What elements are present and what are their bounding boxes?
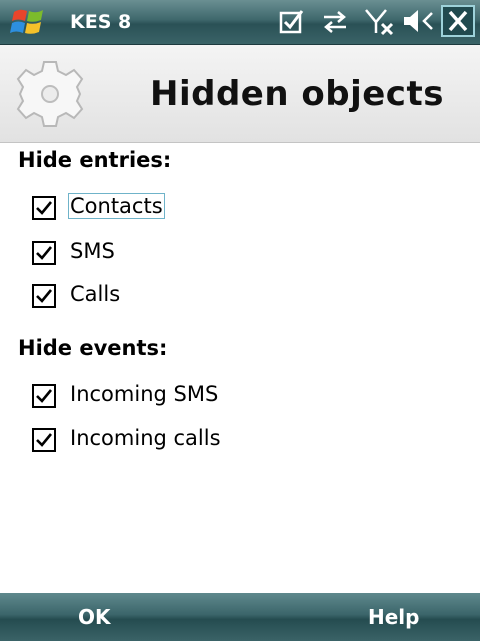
page-title: Hidden objects: [150, 74, 444, 114]
check-icon: [36, 389, 53, 403]
checkbox-incoming-sms[interactable]: [32, 384, 56, 408]
checkbox-label[interactable]: Calls: [68, 282, 122, 306]
checkbox-incoming-calls[interactable]: [32, 428, 56, 452]
checkbox-calls[interactable]: [32, 284, 56, 308]
checkbox-label[interactable]: Incoming calls: [68, 426, 223, 450]
checkbox-label[interactable]: SMS: [68, 239, 117, 263]
checkbox-contacts[interactable]: [32, 196, 56, 220]
speaker-icon[interactable]: [402, 7, 436, 35]
help-softkey[interactable]: Help: [368, 605, 419, 629]
task-check-icon[interactable]: [278, 7, 306, 35]
section-title-entries: Hide entries:: [18, 148, 172, 172]
check-icon: [36, 289, 53, 303]
check-icon: [36, 433, 53, 447]
close-icon: [448, 10, 468, 32]
gear-icon: [16, 61, 84, 127]
checkbox-label[interactable]: Incoming SMS: [68, 382, 220, 406]
section-title-events: Hide events:: [18, 336, 168, 360]
connectivity-icon[interactable]: [320, 7, 350, 35]
page-header: Hidden objects: [0, 45, 480, 143]
check-icon: [36, 201, 53, 215]
check-icon: [36, 246, 53, 260]
app-title: KES 8: [70, 11, 132, 33]
softkey-bar: OK Help: [0, 593, 480, 641]
checkbox-label[interactable]: Contacts: [68, 193, 165, 219]
checkbox-sms[interactable]: [32, 241, 56, 265]
no-signal-icon[interactable]: [364, 7, 396, 37]
status-bar: KES 8: [0, 0, 480, 45]
windows-logo[interactable]: [8, 6, 50, 38]
close-button[interactable]: [441, 5, 475, 37]
ok-softkey[interactable]: OK: [78, 605, 111, 629]
